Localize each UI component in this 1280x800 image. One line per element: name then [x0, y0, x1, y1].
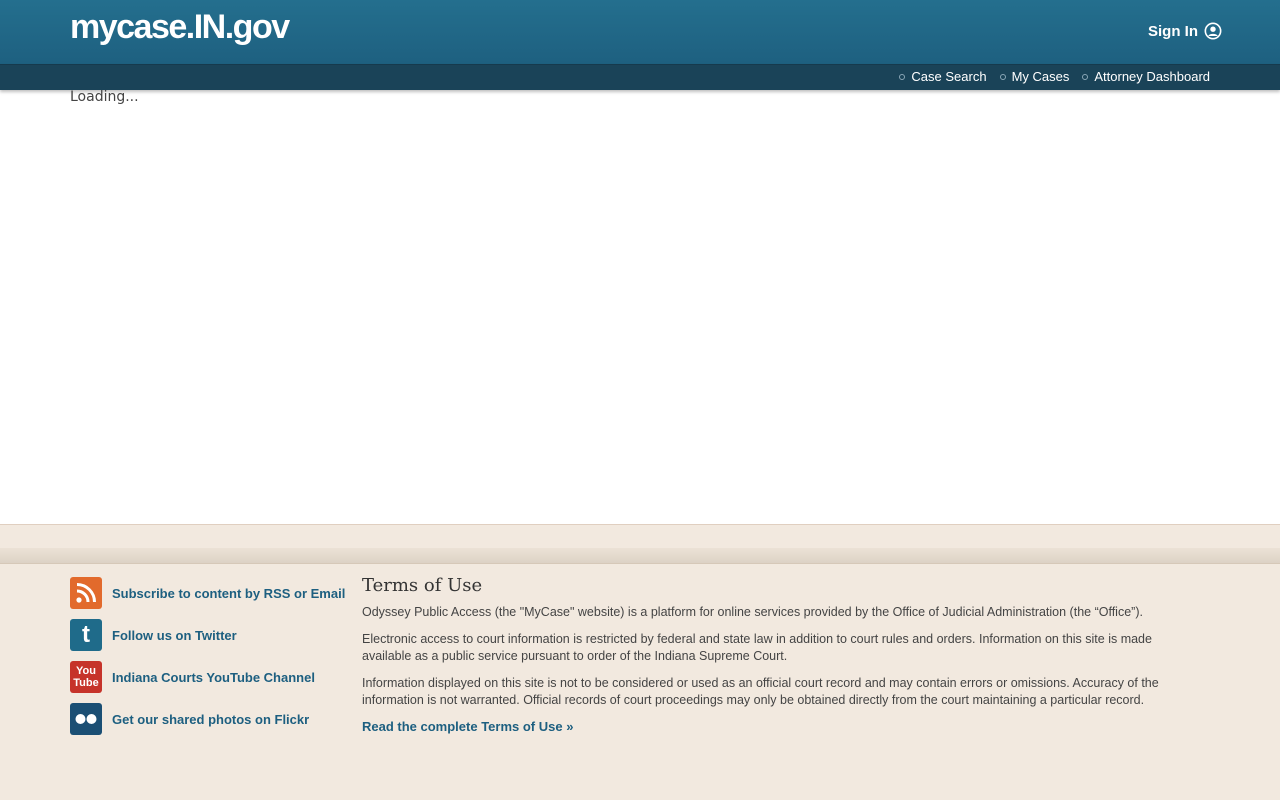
site-header: mycase.IN.gov Sign In	[0, 0, 1280, 64]
footer-divider-band	[0, 548, 1280, 564]
social-links: Subscribe to content by RSS or Email t F…	[70, 577, 345, 745]
youtube-icon-text-top: You	[76, 665, 96, 677]
read-terms-link[interactable]: Read the complete Terms of Use »	[362, 719, 573, 734]
social-link-label: Follow us on Twitter	[112, 627, 237, 643]
social-link-flickr[interactable]: Get our shared photos on Flickr	[70, 703, 345, 735]
terms-of-use-section: Terms of Use Odyssey Public Access (the …	[362, 575, 1182, 735]
footer-top-strip	[0, 524, 1280, 548]
bullet-icon	[899, 73, 906, 80]
rss-icon	[70, 577, 102, 609]
social-link-label: Get our shared photos on Flickr	[112, 711, 310, 727]
nav-my-cases[interactable]: My Cases	[999, 69, 1070, 84]
user-circle-icon	[1204, 22, 1222, 40]
nav-item-label: My Cases	[1011, 69, 1070, 84]
main-nav: Case Search My Cases Attorney Dashboard	[0, 64, 1280, 90]
terms-paragraph: Information displayed on this site is no…	[362, 676, 1159, 707]
youtube-icon: You Tube	[70, 661, 102, 693]
nav-item-label: Attorney Dashboard	[1094, 69, 1210, 84]
youtube-icon-text-bottom: Tube	[73, 677, 99, 689]
terms-title: Terms of Use	[362, 575, 483, 596]
sign-in-label: Sign In	[1148, 22, 1198, 40]
twitter-icon: t	[70, 619, 102, 651]
social-link-youtube[interactable]: You Tube Indiana Courts YouTube Channel	[70, 661, 345, 693]
sign-in-link[interactable]: Sign In	[1148, 22, 1222, 40]
nav-item-label: Case Search	[911, 69, 987, 84]
flickr-icon	[70, 703, 102, 735]
loading-status: Loading...	[70, 89, 139, 105]
social-link-label: Subscribe to content by RSS or Email	[112, 585, 346, 601]
terms-paragraph: Odyssey Public Access (the "MyCase" webs…	[362, 605, 1143, 619]
nav-case-search[interactable]: Case Search	[899, 69, 987, 84]
social-link-label: Indiana Courts YouTube Channel	[112, 669, 315, 685]
site-footer: Subscribe to content by RSS or Email t F…	[0, 564, 1280, 800]
terms-paragraph: Electronic access to court information i…	[362, 632, 1152, 663]
bullet-icon	[999, 73, 1006, 80]
bullet-icon	[1082, 73, 1089, 80]
social-link-rss[interactable]: Subscribe to content by RSS or Email	[70, 577, 345, 609]
social-link-twitter[interactable]: t Follow us on Twitter	[70, 619, 345, 651]
site-logo[interactable]: mycase.IN.gov	[70, 8, 290, 47]
nav-attorney-dashboard[interactable]: Attorney Dashboard	[1082, 69, 1210, 84]
